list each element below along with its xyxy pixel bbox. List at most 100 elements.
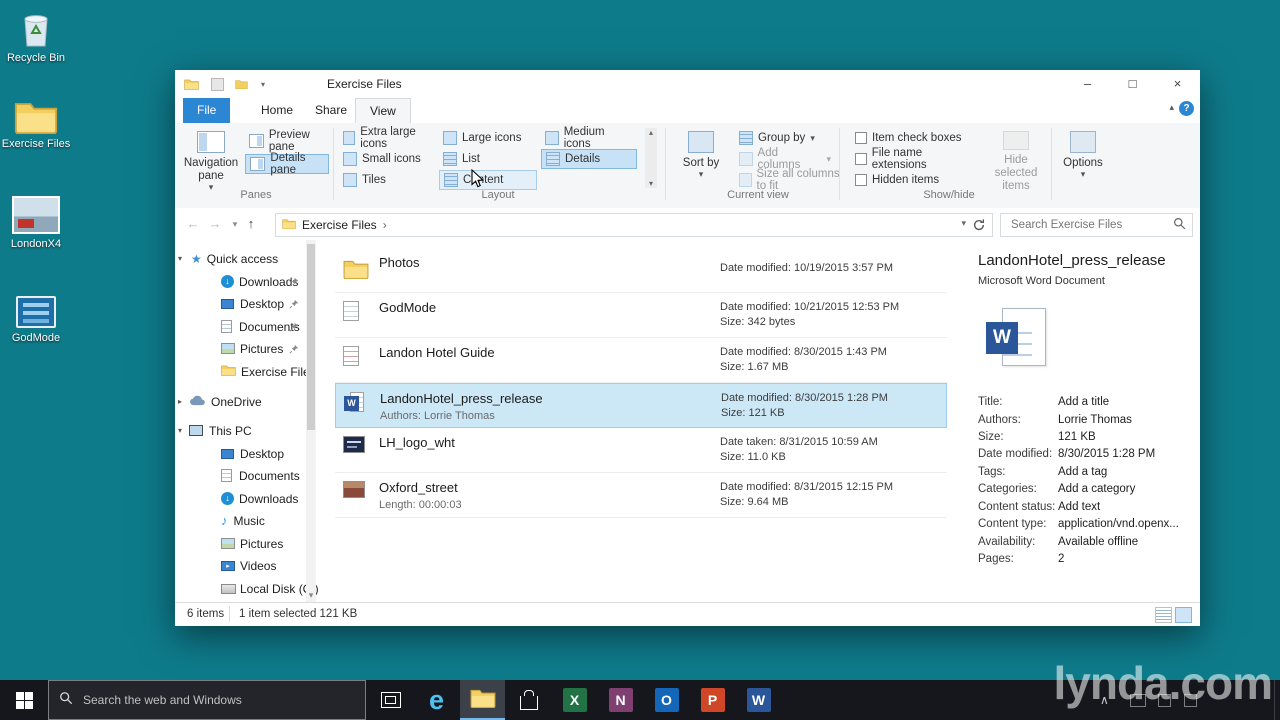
file-row-landon-hotel-guide[interactable]: Landon Hotel Guide Date modified: 8/30/2… <box>335 338 947 383</box>
file-name-extensions-checkbox[interactable]: File name extensions <box>851 147 981 171</box>
nav-pc-videos[interactable]: ▸ Videos <box>175 555 351 576</box>
tab-file[interactable]: File <box>183 98 231 123</box>
nav-pc-music[interactable]: ♪ Music <box>175 510 351 531</box>
breadcrumb[interactable]: Exercise Files <box>302 218 377 232</box>
music-note-icon: ♪ <box>221 513 228 528</box>
large-icons-button[interactable]: Large icons <box>439 128 537 148</box>
search-icon[interactable] <box>1173 217 1186 233</box>
nav-pc-desktop[interactable]: Desktop <box>175 443 351 464</box>
layout-gallery-scrollbar[interactable]: ▴ ▾ <box>645 128 657 188</box>
item-check-boxes-checkbox[interactable]: Item check boxes <box>851 128 981 148</box>
collapse-chevron-icon[interactable]: ▾ <box>175 426 185 435</box>
breadcrumb-chevron-icon[interactable]: › <box>383 218 387 232</box>
maximize-button[interactable]: □ <box>1110 70 1155 98</box>
file-row-godmode[interactable]: GodMode Date modified: 10/21/2015 12:53 … <box>335 293 947 338</box>
nav-pc-downloads[interactable]: ↓ Downloads <box>175 488 351 509</box>
file-row-oxford-street[interactable]: Oxford_street Length: 00:00:03 Date modi… <box>335 473 947 518</box>
nav-pc-documents[interactable]: Documents <box>175 465 351 486</box>
details-view-button[interactable]: Details <box>541 149 637 169</box>
preview-pane-button[interactable]: Preview pane <box>245 129 329 153</box>
desktop-icon-recycle-bin[interactable]: Recycle Bin <box>0 8 72 64</box>
back-button[interactable]: ← <box>183 214 203 234</box>
nav-onedrive[interactable]: ▸ OneDrive <box>175 391 305 412</box>
sort-by-button[interactable]: Sort by ▾ <box>673 127 729 193</box>
desktop-icon-godmode[interactable]: GodMode <box>0 296 72 344</box>
add-columns-button[interactable]: Add columns ▾ <box>735 147 835 171</box>
nav-scrollbar[interactable]: ▾ <box>306 240 316 603</box>
tab-home[interactable]: Home <box>247 98 307 123</box>
navigation-pane-button[interactable]: Navigation pane ▾ <box>181 127 241 193</box>
scroll-down-icon[interactable]: ▾ <box>306 590 316 601</box>
tab-view[interactable]: View <box>355 98 411 125</box>
field-value[interactable]: Lorrie Thomas <box>1058 414 1132 426</box>
tab-share[interactable]: Share <box>301 98 361 123</box>
search-input[interactable] <box>1009 218 1163 232</box>
details-view-toggle-icon[interactable] <box>1155 607 1172 623</box>
file-explorer-button[interactable] <box>460 680 505 720</box>
minimize-button[interactable]: – <box>1065 70 1110 98</box>
image-thumbnail-icon <box>12 196 60 234</box>
nav-quick-access[interactable]: ▾ ★ Quick access <box>175 248 305 269</box>
field-value[interactable]: Add text <box>1058 501 1100 513</box>
task-view-button[interactable] <box>368 680 413 720</box>
desktop-icon-londonx4[interactable]: LondonX4 <box>0 196 72 250</box>
extra-large-icons-button[interactable]: Extra large icons <box>339 126 437 150</box>
medium-icons-button[interactable]: Medium icons <box>541 126 637 150</box>
powerpoint-button[interactable]: P <box>690 680 735 720</box>
nav-pc-pictures[interactable]: Pictures <box>175 533 351 554</box>
refresh-icon[interactable] <box>972 218 986 235</box>
edge-button[interactable]: e <box>414 680 459 720</box>
file-row-landonhotel-press-release[interactable]: W LandonHotel_press_release Authors: Lor… <box>335 383 947 428</box>
field-value[interactable]: Add a category <box>1058 483 1135 495</box>
title-bar[interactable]: ▾ Exercise Files – □ × <box>175 70 1200 98</box>
collapse-chevron-icon[interactable]: ▾ <box>175 254 185 263</box>
small-icons-button[interactable]: Small icons <box>339 149 437 169</box>
large-icons-view-toggle-icon[interactable] <box>1175 607 1192 623</box>
search-box[interactable] <box>1000 213 1193 237</box>
file-row-lh-logo-wht[interactable]: LH_logo_wht Date taken: 8/31/2015 10:59 … <box>335 428 947 473</box>
outlook-button[interactable]: O <box>644 680 689 720</box>
excel-button[interactable]: X <box>552 680 597 720</box>
help-icon[interactable]: ? <box>1179 101 1194 116</box>
nav-item-downloads[interactable]: ↓ Downloads <box>175 271 351 292</box>
close-button[interactable]: × <box>1155 70 1200 98</box>
nav-item-pictures[interactable]: Pictures <box>175 338 351 359</box>
taskbar-search-input[interactable] <box>81 692 345 708</box>
list-button[interactable]: List <box>439 149 537 169</box>
field-value[interactable]: Add a title <box>1058 396 1109 408</box>
nav-item-desktop[interactable]: Desktop <box>175 293 351 314</box>
qat-dropdown-icon[interactable]: ▾ <box>255 76 271 92</box>
collapse-ribbon-icon[interactable]: ▴ <box>1169 102 1174 113</box>
start-button[interactable] <box>0 680 48 720</box>
address-dropdown-icon[interactable]: ▾ <box>961 218 966 229</box>
desktop-icon-exercise-files[interactable]: Exercise Files <box>0 98 72 150</box>
field-value[interactable]: Add a tag <box>1058 466 1107 478</box>
group-by-button[interactable]: Group by ▾ <box>735 128 835 148</box>
nav-scrollbar-thumb[interactable] <box>307 244 315 430</box>
onenote-button[interactable]: N <box>598 680 643 720</box>
qat-new-folder-icon[interactable] <box>233 76 249 92</box>
nav-pc-local-disk[interactable]: Local Disk (C:) <box>175 578 351 599</box>
store-button[interactable] <box>506 680 551 720</box>
hide-selected-items-button[interactable]: Hide selected items <box>987 127 1045 193</box>
show-desktop-button[interactable] <box>1274 680 1280 720</box>
nav-item-exercise-files[interactable]: Exercise Files <box>175 361 351 382</box>
scroll-down-icon[interactable]: ▾ <box>645 179 657 188</box>
expand-chevron-icon[interactable]: ▸ <box>175 397 185 406</box>
taskbar-search-box[interactable] <box>48 680 366 720</box>
nav-item-documents[interactable]: Documents <box>175 316 351 337</box>
hidden-items-checkbox[interactable]: Hidden items <box>851 170 981 190</box>
content-button[interactable]: Content <box>439 170 537 190</box>
details-pane-button[interactable]: Details pane <box>245 152 329 176</box>
options-button[interactable]: Options ▾ <box>1057 127 1109 193</box>
word-button[interactable]: W <box>736 680 781 720</box>
address-field[interactable]: Exercise Files › ▾ <box>275 213 993 237</box>
size-all-columns-button[interactable]: Size all columns to fit <box>735 168 855 192</box>
up-button[interactable]: ↑ <box>241 214 261 234</box>
tiles-button[interactable]: Tiles <box>339 170 437 190</box>
qat-properties-icon[interactable] <box>209 76 225 92</box>
forward-button[interactable]: → <box>205 214 225 234</box>
nav-this-pc[interactable]: ▾ This PC <box>175 420 305 441</box>
file-row-photos[interactable]: Photos Date modified: 10/19/2015 3:57 PM <box>335 248 947 293</box>
scroll-up-icon[interactable]: ▴ <box>645 128 657 137</box>
